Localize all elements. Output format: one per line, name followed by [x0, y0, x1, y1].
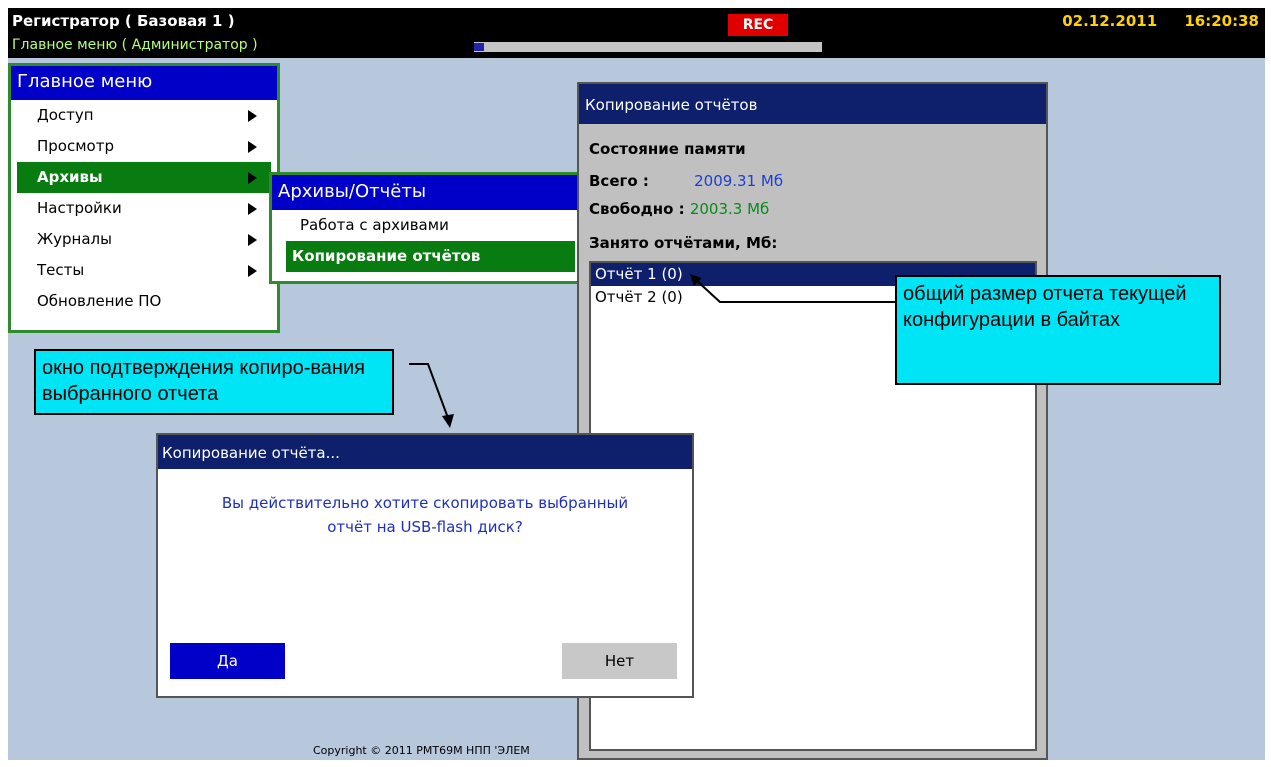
- copyright-text: Copyright © 2011 РМТ69М НПП 'ЭЛЕМ: [313, 744, 530, 757]
- menu-item-journals[interactable]: Журналы: [17, 224, 271, 255]
- memory-progress-fill: [474, 43, 485, 51]
- dialog-title: Копирование отчёта...: [158, 435, 692, 469]
- menu-item-view[interactable]: Просмотр: [17, 131, 271, 162]
- confirm-window-callout: окно подтверждения копиро-вания выбранно…: [34, 349, 394, 415]
- date-display: 02.12.2011: [1062, 12, 1158, 30]
- submenu-arrow-icon: [248, 141, 257, 153]
- menu-item-label: Настройки: [37, 199, 122, 217]
- menu-item-update[interactable]: Обновление ПО: [17, 286, 271, 317]
- submenu-item-archives-work[interactable]: Работа с архивами: [286, 210, 575, 241]
- dialog-message: Вы действительно хотите скопировать выбр…: [158, 491, 692, 539]
- menu-item-label: Журналы: [37, 230, 112, 248]
- free-label: Свободно :: [589, 200, 685, 218]
- total-memory-row: Всего : 2009.31 Мб: [589, 172, 783, 190]
- submenu-arrow-icon: [248, 172, 257, 184]
- memory-state-heading: Состояние памяти: [589, 140, 746, 158]
- used-by-reports-label: Занято отчётами, Мб:: [589, 234, 778, 252]
- submenu-arrow-icon: [248, 265, 257, 277]
- total-value: 2009.31 Мб: [694, 172, 784, 190]
- yes-button[interactable]: Да: [170, 643, 285, 679]
- submenu-item-copy-reports[interactable]: Копирование отчётов: [286, 241, 575, 272]
- free-value: 2003.3 Мб: [689, 200, 770, 218]
- dialog-message-line1: Вы действительно хотите скопировать выбр…: [221, 494, 629, 512]
- time-display: 16:20:38: [1184, 12, 1259, 30]
- report-size-callout: общий размер отчета текущей конфигурации…: [895, 275, 1221, 385]
- main-menu: Главное меню Доступ Просмотр Архивы Наст…: [8, 63, 280, 333]
- left-callout-pointer: [409, 363, 449, 419]
- submenu-arrow-icon: [248, 203, 257, 215]
- main-menu-title: Главное меню: [11, 66, 277, 100]
- left-callout-arrowhead: [442, 414, 454, 428]
- main-menu-items: Доступ Просмотр Архивы Настройки Журналы…: [11, 100, 277, 317]
- status-header: Регистратор ( Базовая 1 ) Главное меню (…: [8, 8, 1265, 58]
- menu-item-label: Тесты: [37, 261, 85, 279]
- dialog-message-line2: отчёт на USB-flash диск?: [327, 518, 523, 536]
- datetime-display: 02.12.2011 16:20:38: [1040, 12, 1259, 30]
- archives-submenu: Архивы/Отчёты Работа с архивами Копирова…: [269, 172, 584, 284]
- menu-item-label: Доступ: [37, 106, 94, 124]
- menu-item-archives[interactable]: Архивы: [17, 162, 271, 193]
- free-memory-row: Свободно : 2003.3 Мб: [589, 200, 769, 218]
- copy-panel-title: Копирование отчётов: [579, 84, 1046, 124]
- submenu-arrow-icon: [248, 110, 257, 122]
- device-title: Регистратор ( Базовая 1 ): [12, 12, 235, 30]
- menu-item-access[interactable]: Доступ: [17, 100, 271, 131]
- menu-item-tests[interactable]: Тесты: [17, 255, 271, 286]
- recording-indicator: REC: [728, 14, 788, 36]
- no-button[interactable]: Нет: [562, 643, 677, 679]
- total-label: Всего :: [589, 172, 649, 190]
- submenu-title: Архивы/Отчёты: [272, 175, 581, 210]
- menu-item-label: Просмотр: [37, 137, 114, 155]
- menu-item-label: Обновление ПО: [37, 292, 162, 310]
- recorder-screen: Регистратор ( Базовая 1 ) Главное меню (…: [8, 8, 1265, 760]
- current-menu-path: Главное меню ( Администратор ): [12, 37, 258, 53]
- menu-item-label: Архивы: [37, 168, 103, 186]
- menu-item-settings[interactable]: Настройки: [17, 193, 271, 224]
- memory-progress-bar: [474, 42, 822, 52]
- copy-confirm-dialog: Копирование отчёта... Вы действительно х…: [156, 433, 694, 698]
- submenu-arrow-icon: [248, 234, 257, 246]
